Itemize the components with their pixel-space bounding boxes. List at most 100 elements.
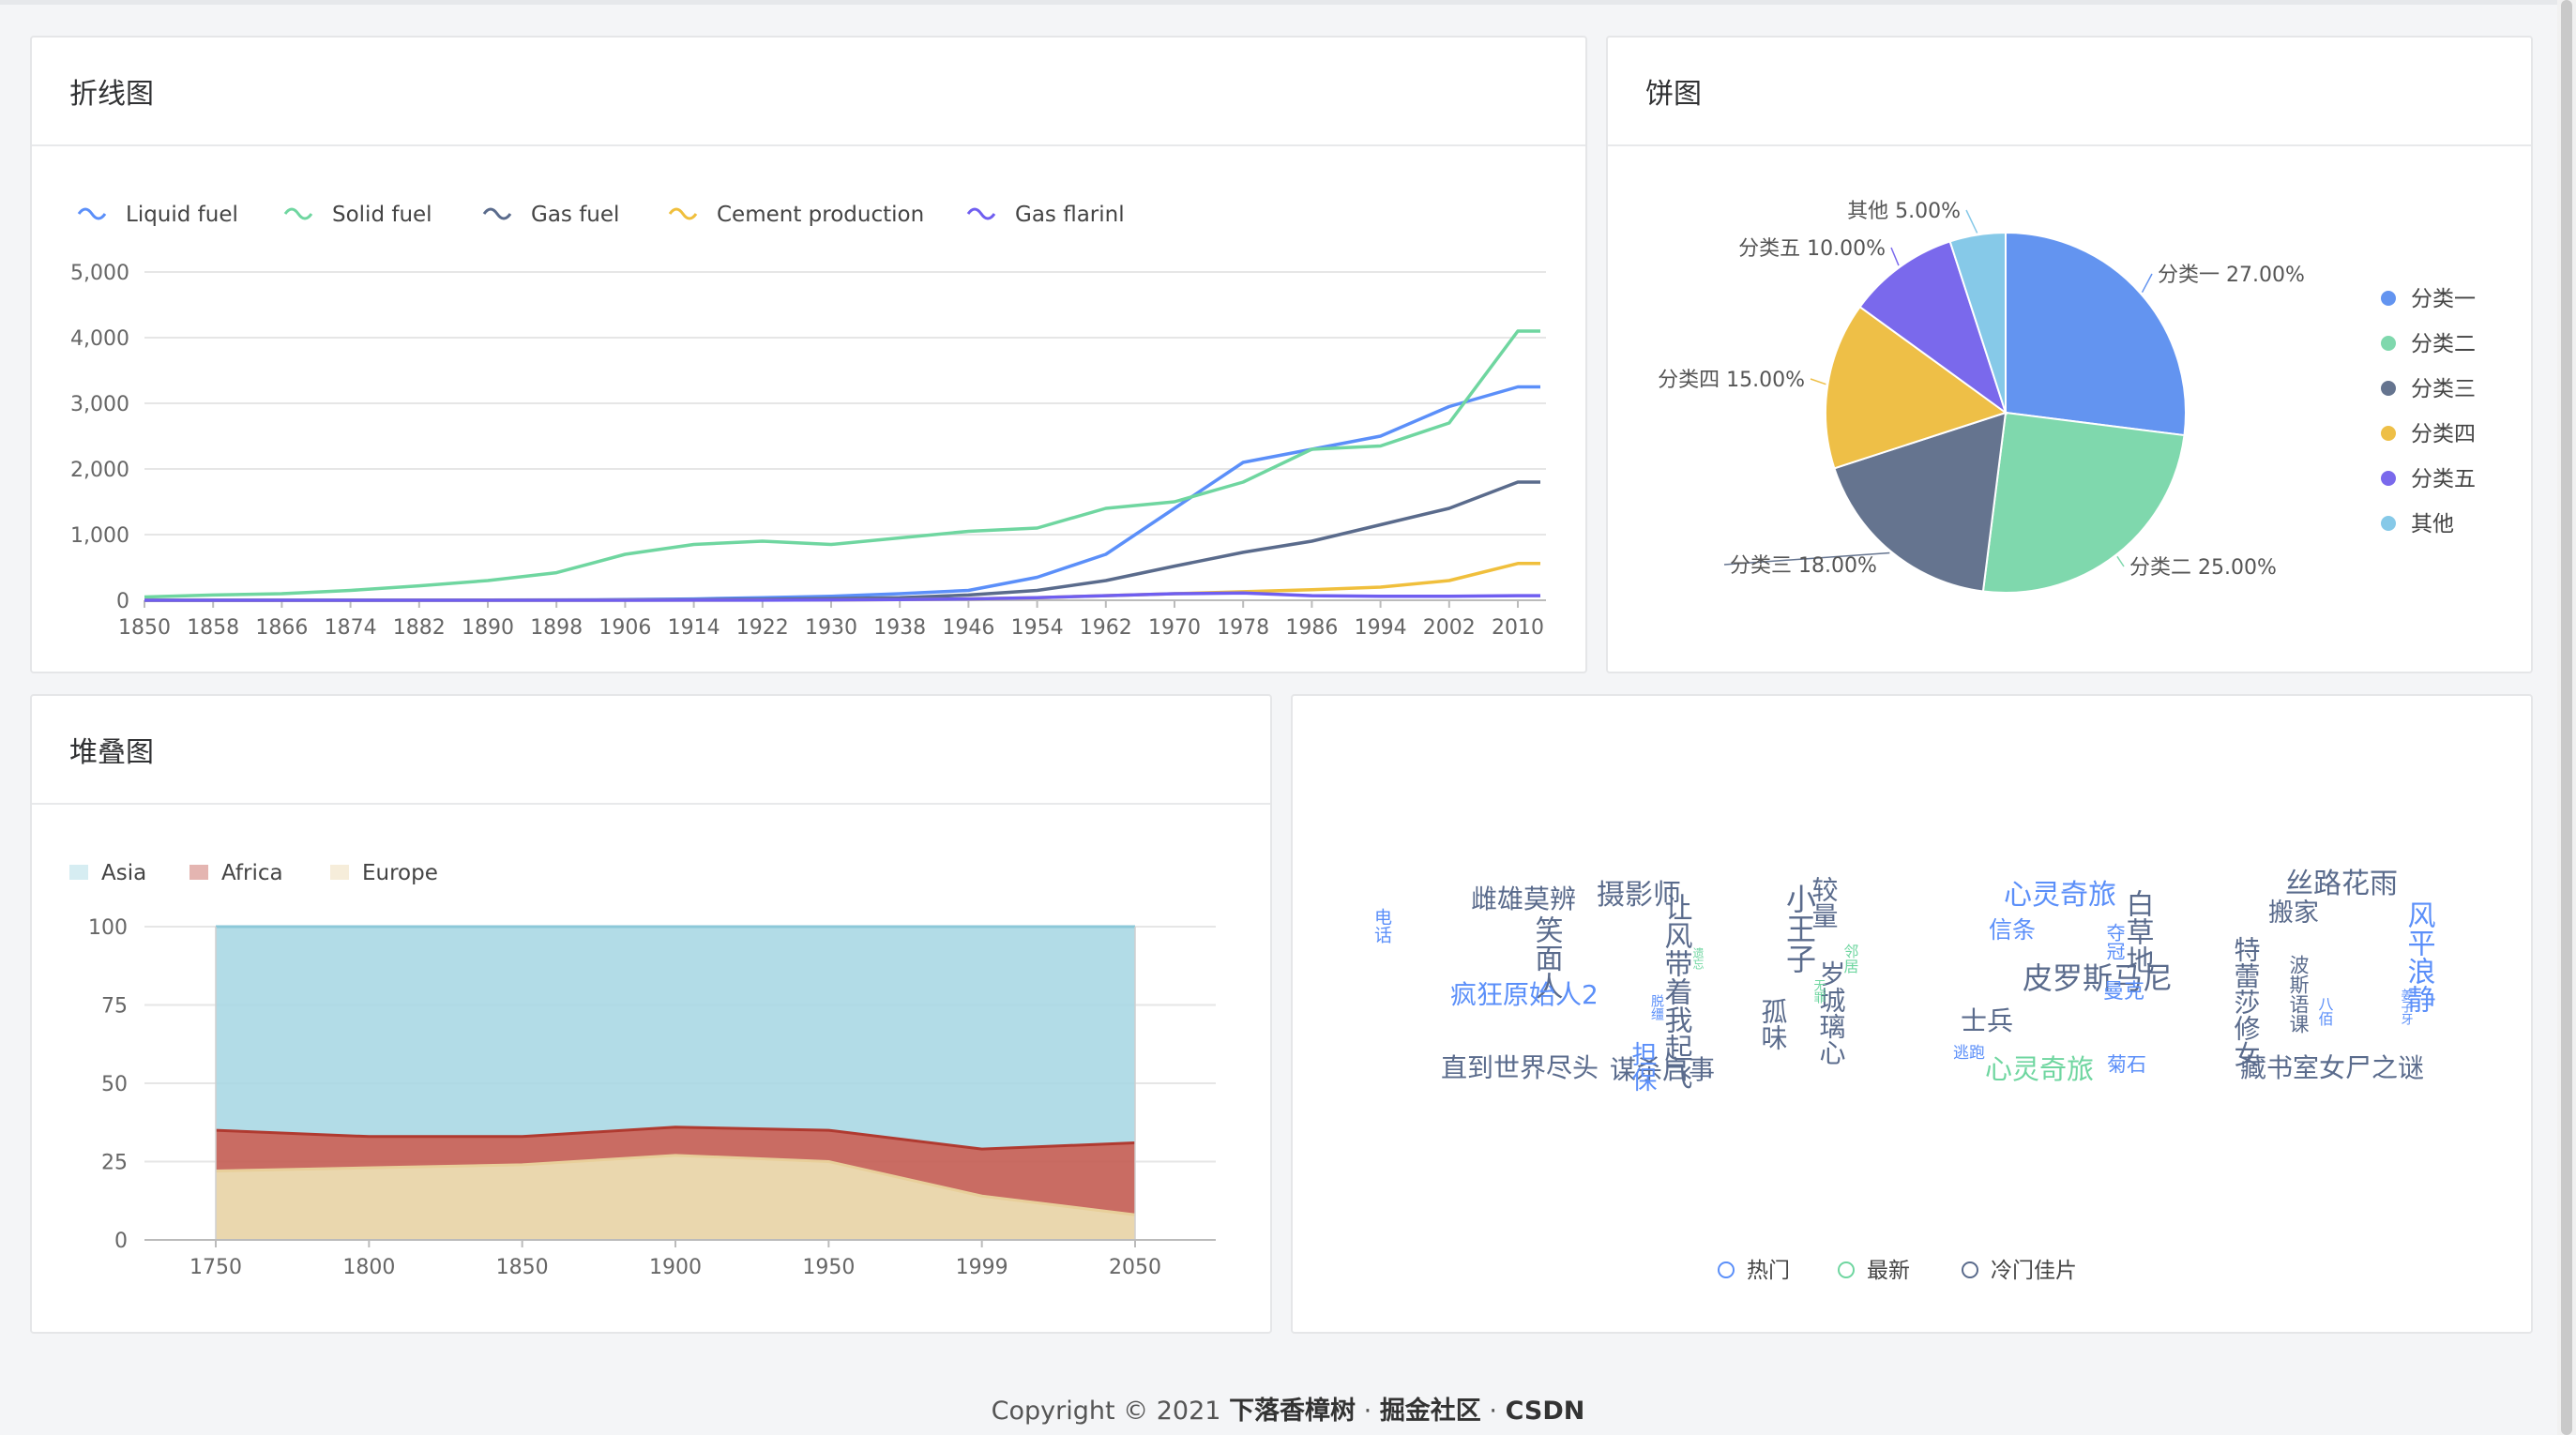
- word-cloud-word[interactable]: 脱缰: [1649, 994, 1664, 1020]
- y-tick-label: 3,000: [70, 393, 129, 416]
- legend-dot-icon: [2381, 381, 2396, 396]
- y-tick-label: 50: [101, 1073, 128, 1096]
- juejin-link[interactable]: 掘金社区: [1380, 1397, 1481, 1426]
- legend-item[interactable]: 最新: [1838, 1259, 1910, 1283]
- legend-item[interactable]: Solid fuel: [283, 203, 432, 227]
- word-cloud-word[interactable]: 较量: [1809, 876, 1840, 929]
- legend-item[interactable]: 分类二: [2381, 332, 2476, 356]
- word-cloud-word[interactable]: 特蕾莎修女: [2231, 936, 2262, 1067]
- y-tick-label: 25: [101, 1152, 128, 1175]
- word-cloud-word[interactable]: 心灵奇旅: [1985, 1053, 2094, 1085]
- area-asia[interactable]: [216, 927, 1135, 1150]
- word-cloud-word[interactable]: 信条: [1989, 916, 2036, 944]
- legend-label: Cement production: [717, 203, 924, 227]
- word-cloud-word[interactable]: 谋杀启事: [1610, 1054, 1715, 1085]
- word-cloud-word[interactable]: 孤味: [1758, 998, 1789, 1050]
- x-tick-label: 1882: [393, 616, 446, 640]
- x-tick-label: 1999: [956, 1256, 1008, 1279]
- x-tick-label: 1938: [873, 616, 926, 640]
- series-line[interactable]: [144, 385, 1540, 602]
- word-cloud-word[interactable]: 疯狂原始人2: [1450, 979, 1599, 1010]
- legend-item[interactable]: Asia: [69, 861, 146, 885]
- word-cloud-word[interactable]: 遗忘: [1691, 947, 1705, 970]
- scrollbar-thumb[interactable]: [2561, 0, 2572, 1435]
- legend-label: Solid fuel: [332, 203, 432, 227]
- legend-item[interactable]: Gas flarinl: [966, 203, 1125, 227]
- word-cloud-word[interactable]: 菊石: [2107, 1053, 2146, 1076]
- legend-item[interactable]: 热门: [1718, 1259, 1790, 1283]
- x-tick-label: 1954: [1011, 616, 1064, 640]
- x-tick-label: 1914: [668, 616, 720, 640]
- legend-swatch-icon: [69, 865, 88, 880]
- legend-item[interactable]: 分类一: [2381, 287, 2476, 311]
- x-tick-label: 2010: [1492, 616, 1544, 640]
- legend-circle-icon: [1962, 1261, 1978, 1278]
- legend-wave-icon: [482, 207, 512, 220]
- word-cloud-word[interactable]: 八佰: [2316, 996, 2334, 1026]
- legend-item[interactable]: 分类五: [2381, 467, 2476, 491]
- legend-item[interactable]: 分类四: [2381, 422, 2476, 446]
- word-cloud-word[interactable]: 曼克: [2103, 980, 2144, 1004]
- legend-label: 热门: [1747, 1259, 1790, 1283]
- y-tick-label: 75: [101, 995, 128, 1019]
- legend-item[interactable]: Cement production: [668, 203, 924, 227]
- legend-label: Gas flarinl: [1015, 203, 1125, 227]
- legend-label: Gas fuel: [531, 203, 619, 227]
- separator: ·: [1480, 1397, 1506, 1426]
- word-cloud-word[interactable]: 风平浪静: [2402, 900, 2435, 1013]
- x-tick-label: 1750: [189, 1256, 242, 1279]
- word-cloud-word[interactable]: 丝路花雨: [2285, 868, 2398, 900]
- x-tick-label: 1850: [118, 616, 171, 640]
- word-cloud-word[interactable]: 岁城璃心: [1816, 960, 1847, 1065]
- line-chart[interactable]: 0 1,000 2,000 3,000 4,000 5,000 1850 1858 1866 18…: [32, 38, 1589, 675]
- word-cloud-word[interactable]: 电话: [1371, 908, 1392, 944]
- word-cloud-word[interactable]: 邻居: [1841, 944, 1859, 974]
- word-cloud-word[interactable]: 搬家: [2268, 899, 2319, 928]
- label-leader-line: [1965, 209, 1978, 234]
- stacked-area-chart[interactable]: 0 25 50 75 100 1750 1800 1850 1900 1950 1999 2050 As…: [32, 696, 1274, 1336]
- word-cloud-word[interactable]: 夺冠: [2103, 923, 2126, 960]
- legend-item[interactable]: Africa: [189, 861, 283, 885]
- x-tick-label: 1930: [805, 616, 857, 640]
- word-cloud-word[interactable]: 无罪: [1811, 979, 1826, 1004]
- legend-item[interactable]: 分类三: [2381, 377, 2476, 401]
- legend-item[interactable]: Europe: [330, 861, 438, 885]
- word-cloud-chart[interactable]: 雌雄莫辨笑面人电话疯狂原始人2直到世界尽头摄影师让风带着我起飞 小王子较量岁城璃心…: [1293, 696, 2535, 1336]
- legend-wave-icon: [77, 207, 107, 220]
- legend-item[interactable]: Liquid fuel: [77, 203, 238, 227]
- word-cloud-word[interactable]: 逃跑: [1953, 1044, 1985, 1063]
- series-line[interactable]: [144, 329, 1540, 599]
- legend-item[interactable]: 冷门佳片: [1962, 1259, 2077, 1283]
- slice-label: 分类二 25.00%: [2129, 556, 2277, 580]
- word-cloud-word[interactable]: 心灵奇旅: [2004, 879, 2116, 912]
- word-cloud-word[interactable]: 直到世界尽头: [1441, 1052, 1599, 1083]
- legend-circle-icon: [1718, 1261, 1735, 1278]
- word-cloud-word[interactable]: 皮罗斯马尼: [2023, 960, 2173, 996]
- word-cloud-word[interactable]: 士兵: [1961, 1005, 2013, 1036]
- top-border: [0, 0, 2576, 5]
- legend-circle-icon: [1838, 1261, 1855, 1278]
- author-link[interactable]: 下落香樟树: [1229, 1397, 1356, 1426]
- slice-label: 分类一 27.00%: [2158, 264, 2305, 287]
- x-tick-label: 1986: [1285, 616, 1338, 640]
- legend-label: 分类五: [2411, 467, 2476, 491]
- x-tick-label: 1850: [496, 1256, 549, 1279]
- legend-item[interactable]: Gas fuel: [482, 203, 619, 227]
- word-cloud-word[interactable]: 担保: [1628, 1041, 1658, 1092]
- legend-swatch-icon: [330, 865, 349, 880]
- legend-dot-icon: [2381, 471, 2396, 486]
- legend-label: 冷门佳片: [1991, 1259, 2077, 1283]
- pie-chart[interactable]: 分类一 27.00% 分类二 25.00% 分类三 18.00% 分类四 15.00%…: [1608, 38, 2535, 675]
- label-leader-line: [1810, 378, 1826, 385]
- x-tick-label: 1946: [942, 616, 994, 640]
- pie-chart-card: 饼图 分类一 27.00% 分类二 25.00% 分类三 18.00% 分类四 15.…: [1606, 36, 2533, 673]
- legend-wave-icon: [966, 207, 996, 220]
- csdn-link[interactable]: CSDN: [1506, 1397, 1585, 1426]
- word-cloud-word[interactable]: 雌雄莫辨: [1471, 884, 1576, 914]
- word-cloud-word[interactable]: 藏书室女尸之谜: [2240, 1052, 2424, 1083]
- series-line[interactable]: [144, 480, 1540, 602]
- x-tick-label: 1874: [325, 616, 377, 640]
- x-tick-label: 1922: [736, 616, 789, 640]
- legend-item[interactable]: 其他: [2381, 512, 2454, 536]
- word-cloud-word[interactable]: 波斯语课: [2287, 955, 2310, 1034]
